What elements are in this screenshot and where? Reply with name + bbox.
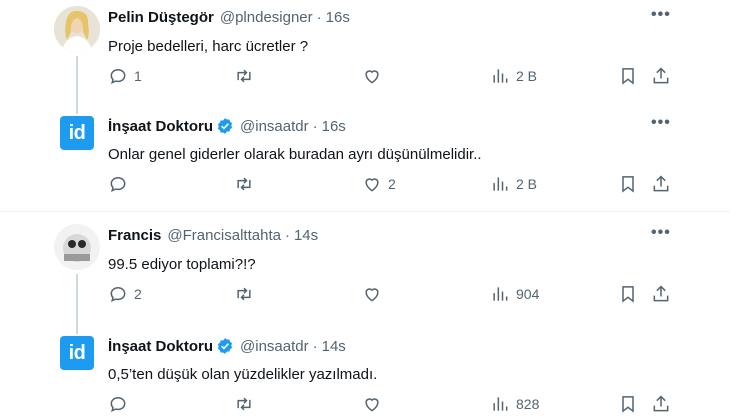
reply-button[interactable] xyxy=(108,394,134,414)
author-handle[interactable]: @insaatdr xyxy=(240,118,309,135)
like-icon xyxy=(365,288,379,302)
share-icon xyxy=(653,285,669,302)
reply-button[interactable]: 2 xyxy=(108,284,142,304)
views-count: 904 xyxy=(516,286,540,302)
retweet-button[interactable] xyxy=(234,174,254,194)
share-icon xyxy=(653,175,669,192)
like-button[interactable]: 2 xyxy=(362,174,396,194)
verified-badge-icon xyxy=(217,118,233,134)
action-bar: 2 904 xyxy=(0,284,730,308)
dot-separator: · xyxy=(284,227,290,244)
views-button[interactable]: 828 xyxy=(490,394,539,414)
retweet-icon xyxy=(237,177,251,191)
timestamp[interactable]: 16s xyxy=(326,9,350,26)
views-count: 2 B xyxy=(516,176,538,192)
views-button[interactable]: 2 B xyxy=(490,66,537,86)
retweet-button[interactable] xyxy=(234,284,254,304)
tweet-text: Proje bedelleri, harc ücretler ? xyxy=(108,38,309,55)
views-icon xyxy=(493,397,508,411)
action-bar: 2 2 B xyxy=(0,174,730,198)
author-handle[interactable]: @insaatdr xyxy=(240,338,309,355)
more-icon[interactable]: ••• xyxy=(651,6,671,24)
timestamp[interactable]: 16s xyxy=(322,118,346,135)
reply-count: 1 xyxy=(134,68,142,84)
retweet-button[interactable] xyxy=(234,66,254,86)
views-count: 2 B xyxy=(516,68,538,84)
like-icon xyxy=(365,70,379,84)
views-button[interactable]: 904 xyxy=(490,284,539,304)
like-count: 2 xyxy=(388,176,396,192)
author-name[interactable]: Pelin Düştegör xyxy=(108,9,214,26)
like-button[interactable] xyxy=(362,394,388,414)
bookmark-button[interactable] xyxy=(618,394,638,414)
tweet-text: 99.5 ediyor toplami?!? xyxy=(108,256,256,273)
more-icon[interactable]: ••• xyxy=(651,224,671,242)
avatar[interactable] xyxy=(54,6,100,52)
author-handle[interactable]: @Francisalttahta xyxy=(167,227,281,244)
share-button[interactable] xyxy=(651,394,671,414)
reply-button[interactable] xyxy=(108,174,134,194)
reply-button[interactable]: 1 xyxy=(108,66,142,86)
views-button[interactable]: 2 B xyxy=(490,174,537,194)
author-name[interactable]: İnşaat Doktoru xyxy=(108,338,213,355)
avatar[interactable]: id xyxy=(60,336,94,370)
dot-separator: · xyxy=(312,337,318,355)
author-handle[interactable]: @plndesigner xyxy=(220,9,313,26)
reply-icon xyxy=(110,68,126,85)
bookmark-icon xyxy=(622,176,634,193)
avatar[interactable] xyxy=(54,224,100,270)
views-icon xyxy=(493,287,508,301)
retweet-icon xyxy=(237,287,251,301)
action-bar: 1 2 B xyxy=(0,66,730,90)
share-button[interactable] xyxy=(651,174,671,194)
views-icon xyxy=(493,177,508,191)
dot-separator: · xyxy=(312,117,318,135)
tweet-text: Onlar genel giderler olarak buradan ayrı… xyxy=(108,146,482,163)
author-name[interactable]: Francis xyxy=(108,227,161,244)
share-button[interactable] xyxy=(651,66,671,86)
bookmark-icon xyxy=(622,286,634,303)
author-name[interactable]: İnşaat Doktoru xyxy=(108,118,213,135)
like-button[interactable] xyxy=(362,66,388,86)
views-count: 828 xyxy=(516,396,540,412)
timestamp[interactable]: 14s xyxy=(322,338,346,355)
bookmark-button[interactable] xyxy=(618,174,638,194)
retweet-icon xyxy=(237,69,251,83)
retweet-icon xyxy=(237,397,251,411)
reply-icon xyxy=(110,286,126,303)
bookmark-button[interactable] xyxy=(618,284,638,304)
reply-count: 2 xyxy=(134,286,142,302)
bookmark-button[interactable] xyxy=(618,66,638,86)
more-icon[interactable]: ••• xyxy=(651,114,671,132)
dot-separator: · xyxy=(316,9,322,26)
action-bar: 828 xyxy=(0,394,730,418)
bookmark-icon xyxy=(622,396,634,413)
share-icon xyxy=(653,67,669,84)
like-icon xyxy=(365,398,379,412)
avatar[interactable]: id xyxy=(60,116,94,150)
bookmark-icon xyxy=(622,68,634,85)
timestamp[interactable]: 14s xyxy=(294,227,318,244)
reply-icon xyxy=(110,396,126,413)
like-icon xyxy=(365,178,379,192)
divider xyxy=(0,211,730,212)
reply-icon xyxy=(110,176,126,193)
like-button[interactable] xyxy=(362,284,388,304)
retweet-button[interactable] xyxy=(234,394,254,414)
views-icon xyxy=(493,69,508,83)
verified-badge-icon xyxy=(217,338,233,354)
share-button[interactable] xyxy=(651,284,671,304)
share-icon xyxy=(653,395,669,412)
tweet-text: 0,5’ten düşük olan yüzdelikler yazılmadı… xyxy=(108,366,378,383)
